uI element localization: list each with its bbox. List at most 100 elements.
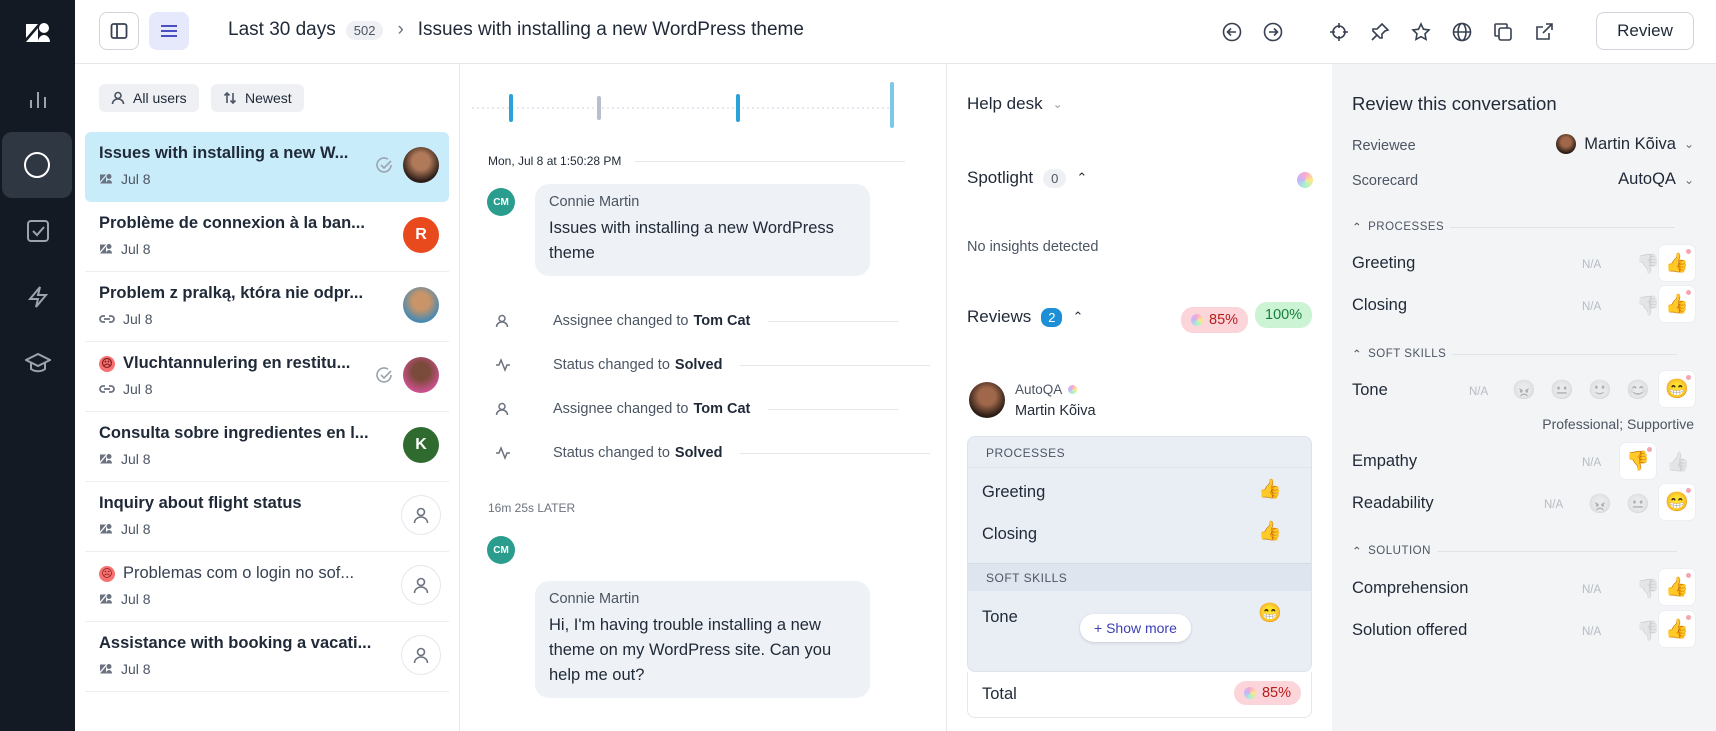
list-item[interactable]: ☹ Problemas com o login no sof... Jul 8 (85, 552, 449, 622)
section-processes: PROCESSES (986, 446, 1066, 460)
top-bar: Last 30 days 502 › Issues with installin… (75, 0, 1716, 64)
conversations-icon[interactable] (2, 132, 72, 198)
previous-arrow-icon[interactable] (1221, 21, 1243, 43)
scorecard-label: Scorecard (1352, 173, 1419, 189)
show-more-button[interactable]: + Show more (1080, 614, 1191, 642)
title-text: Assistance with booking a vacati... (99, 634, 372, 652)
zendesk-icon (100, 594, 112, 604)
timeline-scrubber[interactable] (472, 82, 902, 128)
chevron-right-icon: › (397, 19, 404, 40)
globe-icon[interactable] (1451, 21, 1473, 43)
time-gap-label: 16m 25s LATER (488, 501, 575, 515)
reviewee-dropdown[interactable]: Martin Kõiva ⌄ (1556, 134, 1694, 154)
zendesk-logo-icon[interactable] (0, 0, 75, 66)
external-link-icon[interactable] (1533, 21, 1555, 43)
list-item-date: Jul 8 (121, 451, 151, 467)
tasks-icon[interactable] (0, 198, 75, 264)
autoqa-bolt-icon[interactable] (0, 264, 75, 330)
na-option[interactable]: N/A (1582, 259, 1601, 271)
ai-spark-icon (1068, 385, 1078, 394)
event-value: Tom Cat (693, 401, 751, 417)
list-item[interactable]: ☹ Vluchtannulering en restitu... Jul 8 (85, 342, 449, 412)
list-item[interactable]: Inquiry about flight status Jul 8 (85, 482, 449, 552)
user-icon (495, 402, 509, 416)
activity-icon (496, 446, 510, 460)
score-badge-85: 85% (1169, 302, 1260, 338)
timestamp-separator: Mon, Jul 8 at 1:50:28 PM (488, 154, 906, 168)
angry-face-icon[interactable]: 😠 (1588, 492, 1612, 516)
list-item[interactable]: Consulta sobre ingredientes en l... Jul 8… (85, 412, 449, 482)
title-text: Problemas com o login no sof... (123, 564, 355, 582)
star-icon[interactable] (1410, 21, 1432, 43)
thumbs-down-icon[interactable]: 👎 (1636, 252, 1660, 276)
na-option[interactable]: N/A (1582, 584, 1601, 596)
reviewer-label: AutoQA (1015, 382, 1063, 397)
list-item[interactable]: Problème de connexion à la ban... Jul 8 R (85, 202, 449, 272)
thumbs-down-icon[interactable]: 👎 (1636, 577, 1660, 601)
na-option[interactable]: N/A (1582, 457, 1601, 469)
review-button[interactable]: Review (1596, 12, 1694, 50)
spotlight-label: Spotlight (967, 168, 1034, 187)
readability-label: Readability (1352, 494, 1434, 512)
title-text: Issues with installing a new W... (99, 144, 349, 162)
section-processes[interactable]: ⌃ PROCESSES (1352, 220, 1676, 234)
toggle-sidebar-button[interactable] (99, 12, 139, 50)
smile-face-icon[interactable]: 🙂 (1588, 378, 1612, 402)
event-value: Solved (674, 357, 723, 373)
all-users-filter[interactable]: All users (99, 84, 199, 112)
next-arrow-icon[interactable] (1262, 21, 1284, 43)
na-option[interactable]: N/A (1544, 499, 1563, 511)
message-text: Hi, I'm having trouble installing a new … (549, 616, 832, 684)
thumbs-down-icon[interactable]: 👎 (1636, 294, 1660, 318)
thumbs-up-icon[interactable]: 👍 (1666, 450, 1690, 474)
thumbs-down-icon[interactable]: 👎 (1636, 619, 1660, 643)
chevron-down-icon: ⌄ (1683, 172, 1694, 187)
section-soft-skills[interactable]: ⌃ SOFT SKILLS (1352, 347, 1678, 361)
neutral-face-icon[interactable]: 😐 (1550, 378, 1574, 402)
helpdesk-dropdown[interactable]: Help desk ⌄ (967, 94, 1063, 114)
neutral-face-icon[interactable]: 😐 (1626, 492, 1650, 516)
reviewee-label: Reviewee (1352, 138, 1416, 154)
list-view-button[interactable] (149, 12, 189, 50)
link-icon (99, 315, 115, 323)
ai-spark-icon (1297, 172, 1313, 188)
copy-icon[interactable] (1492, 21, 1514, 43)
coaching-icon[interactable] (0, 330, 75, 396)
pin-icon[interactable] (1369, 21, 1391, 43)
list-item-date: Jul 8 (123, 311, 153, 327)
review-title: Review this conversation (1352, 93, 1557, 114)
message-bubble: Connie Martin Hi, I'm having trouble ins… (535, 581, 870, 698)
na-option[interactable]: N/A (1582, 626, 1601, 638)
list-item-meta: Jul 8 (99, 661, 151, 677)
filter-label[interactable]: Last 30 days (228, 19, 336, 41)
chevron-up-icon: ⌃ (1352, 349, 1363, 361)
na-option[interactable]: N/A (1582, 301, 1601, 313)
sender-name: Connie Martin (549, 591, 640, 607)
angry-face-icon[interactable]: 😠 (1512, 378, 1536, 402)
zendesk-icon (100, 454, 112, 464)
list-item[interactable]: Problem z pralką, która nie odpr... Jul 8 (85, 272, 449, 342)
happy-face-icon[interactable]: 😊 (1626, 378, 1650, 402)
list-item[interactable]: Issues with installing a new W... Jul 8 (85, 132, 449, 202)
reviews-toggle[interactable]: Reviews 2 ⌃ (967, 307, 1083, 327)
zendesk-icon (100, 524, 112, 534)
analytics-icon[interactable] (0, 66, 75, 132)
activity-icon (496, 358, 510, 372)
list-item-date: Jul 8 (121, 171, 151, 187)
sender-name: Connie Martin (549, 194, 640, 210)
ai-spark-icon (1191, 314, 1203, 326)
review-scorecard: PROCESSES Greeting 👍 Closing 👍 SOFT SKIL… (967, 436, 1312, 672)
crosshair-icon[interactable] (1328, 21, 1350, 43)
sort-newest-filter[interactable]: Newest (211, 84, 304, 112)
scorecard-dropdown[interactable]: AutoQA ⌄ (1618, 170, 1694, 189)
na-option[interactable]: N/A (1469, 386, 1488, 398)
list-item-date: Jul 8 (123, 381, 153, 397)
avatar: CM (487, 188, 515, 216)
chevron-down-icon: ⌄ (1683, 137, 1694, 151)
event-text: Assignee changed to (553, 313, 689, 329)
section-solution[interactable]: ⌃ SOLUTION (1352, 544, 1677, 558)
avatar: K (403, 427, 439, 463)
list-item[interactable]: Assistance with booking a vacati... Jul 8 (85, 622, 449, 692)
no-insights-text: No insights detected (967, 239, 1099, 255)
spotlight-toggle[interactable]: Spotlight 0 ⌃ (967, 168, 1087, 188)
